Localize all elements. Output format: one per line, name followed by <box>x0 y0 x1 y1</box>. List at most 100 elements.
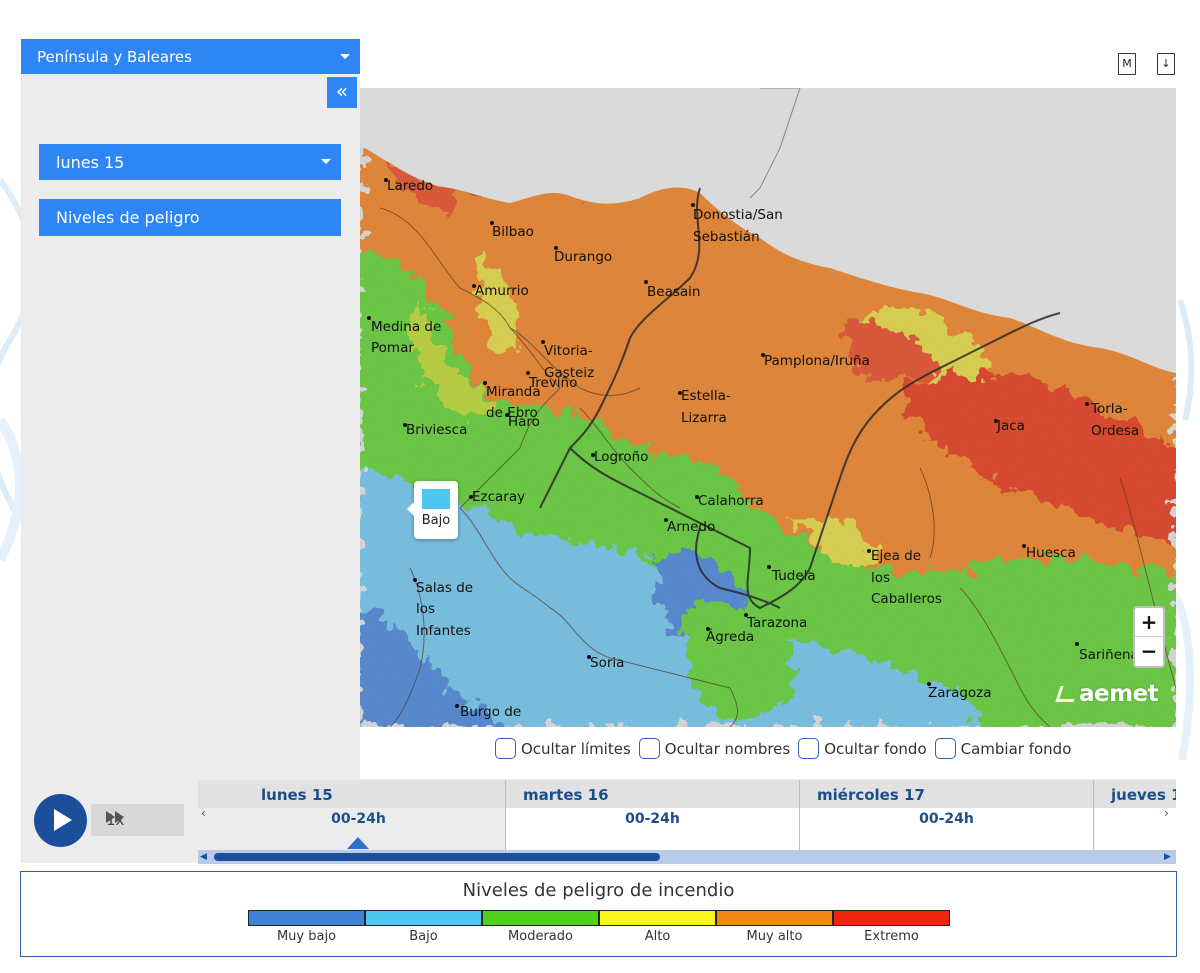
city-label: Miranda <box>486 384 541 400</box>
city-label: Huesca <box>1026 545 1076 561</box>
play-icon <box>54 809 72 831</box>
city-label: Caballeros <box>871 591 942 607</box>
city-label: Vitoria- <box>544 343 593 359</box>
legend-item: Moderado <box>482 910 599 944</box>
city-label: Lizarra <box>681 410 727 426</box>
legend: Niveles de peligro de incendio Muy bajo … <box>20 871 1177 957</box>
city-label: Zaragoza <box>928 685 992 701</box>
hide-background-label: Ocultar fondo <box>824 739 927 758</box>
change-background-option[interactable]: Cambiar fondo <box>934 738 1072 759</box>
scroll-right-arrow[interactable]: ▶ <box>1164 850 1171 864</box>
change-background-checkbox[interactable] <box>934 738 956 759</box>
city-label: Beasain <box>647 284 701 300</box>
map-view[interactable]: Laredo Bilbao Durango Donostia/San Sebas… <box>360 88 1176 727</box>
city-label: Sebastián <box>693 229 760 245</box>
hide-background-option[interactable]: Ocultar fondo <box>798 738 927 759</box>
city-label: Soria <box>590 655 625 671</box>
city-label: Salas de <box>416 580 474 596</box>
change-background-label: Cambiar fondo <box>960 739 1072 758</box>
metadata-icon[interactable]: M <box>1118 53 1136 75</box>
timeline: lunes 15 martes 16 miércoles 17 jueves 1… <box>198 780 1176 864</box>
zoom-in-button[interactable]: + <box>1135 608 1163 637</box>
timeline-day: jueves 18 <box>1111 786 1176 804</box>
zoom-out-button[interactable]: − <box>1135 637 1163 666</box>
value-popup: Bajo <box>407 481 458 539</box>
city-label: Jaca <box>997 418 1025 434</box>
legend-item: Muy bajo <box>248 910 365 944</box>
map-options: Ocultar límites Ocultar nombres Ocultar … <box>495 738 1071 759</box>
hide-limits-option[interactable]: Ocultar límites <box>495 738 631 759</box>
timeline-slot[interactable]: 00-24h <box>800 808 1093 850</box>
legend-swatch <box>599 910 716 926</box>
legend-label: Muy bajo <box>276 929 337 944</box>
chevron-down-icon <box>340 53 350 59</box>
hide-names-label: Ocultar nombres <box>664 739 791 758</box>
collapse-sidebar-button[interactable]: « <box>327 77 357 108</box>
timeline-next-arrow[interactable]: › <box>1164 806 1169 820</box>
speed-button[interactable]: 1x <box>91 804 184 836</box>
legend-item: Extremo <box>833 910 950 944</box>
timeline-scrollbar[interactable]: ◀ ▶ <box>198 850 1176 864</box>
hide-names-checkbox[interactable] <box>638 738 660 759</box>
city-label: los <box>416 601 436 617</box>
legend-item: Muy alto <box>716 910 833 944</box>
city-label: Pamplona/Iruña <box>764 353 870 369</box>
legend-title: Niveles de peligro de incendio <box>462 880 735 901</box>
city-dot <box>455 704 459 708</box>
city-dot <box>767 565 771 569</box>
region-select-label: Península y Baleares <box>37 47 192 66</box>
zoom-control: + − <box>1133 606 1165 668</box>
layer-select[interactable]: Niveles de peligro <box>39 199 341 236</box>
legend-label: Alto <box>644 929 671 944</box>
current-time-marker <box>347 837 369 849</box>
city-label: Ágreda <box>706 629 755 645</box>
city-label: Ezcaray <box>472 489 526 505</box>
legend-swatch <box>833 910 950 926</box>
hide-names-option[interactable]: Ocultar nombres <box>638 738 791 759</box>
city-label: Laredo <box>387 178 434 194</box>
legend-label: Moderado <box>508 929 573 944</box>
city-label: Medina de <box>371 319 442 335</box>
timeline-divider <box>505 780 506 850</box>
city-label: Tudela <box>772 568 816 584</box>
city-label: Estella- <box>681 388 731 404</box>
timeline-day: lunes 15 <box>261 786 333 804</box>
day-select-label: lunes 15 <box>56 152 125 172</box>
legend-item: Bajo <box>365 910 482 944</box>
scroll-left-arrow[interactable]: ◀ <box>200 850 207 864</box>
city-label: Durango <box>554 249 613 265</box>
city-label: Torla- <box>1091 401 1128 417</box>
city-label: Ejea de <box>871 548 922 564</box>
legend-label: Bajo <box>409 929 438 944</box>
legend-swatch <box>248 910 365 926</box>
city-label: Ordesa <box>1091 423 1140 439</box>
region-select[interactable]: Península y Baleares <box>21 39 360 74</box>
city-label: Briviesca <box>406 422 468 438</box>
legend-swatch <box>482 910 599 926</box>
timeline-day: miércoles 17 <box>817 786 925 804</box>
aemet-logo: aemet <box>1055 681 1159 707</box>
aemet-logo-text: aemet <box>1079 681 1159 707</box>
city-label: Pomar <box>371 340 414 356</box>
popup-label: Bajo <box>421 513 451 528</box>
aemet-logo-mark <box>1055 686 1079 702</box>
timeline-slot[interactable]: 00-24h <box>506 808 799 850</box>
hide-background-checkbox[interactable] <box>798 738 820 759</box>
hide-limits-checkbox[interactable] <box>495 738 516 759</box>
city-label: los <box>871 570 891 586</box>
city-label: Bilbao <box>492 224 534 240</box>
city-label: Haro <box>508 414 540 430</box>
timeline-divider <box>799 780 800 850</box>
legend-label: Muy alto <box>746 929 803 944</box>
city-label: Donostia/San <box>693 207 783 223</box>
day-select[interactable]: lunes 15 <box>39 144 341 180</box>
download-icon[interactable]: ↓ <box>1157 53 1175 75</box>
city-label: Amurrio <box>475 283 529 299</box>
timeline-prev-arrow[interactable]: ‹ <box>201 806 206 820</box>
city-dot <box>1085 402 1089 406</box>
city-label: Burgo de <box>460 704 522 720</box>
timeline-header <box>198 780 1176 808</box>
play-button[interactable] <box>34 794 87 847</box>
layer-select-label: Niveles de peligro <box>56 208 200 227</box>
timeline-scroll-thumb[interactable] <box>214 853 660 861</box>
